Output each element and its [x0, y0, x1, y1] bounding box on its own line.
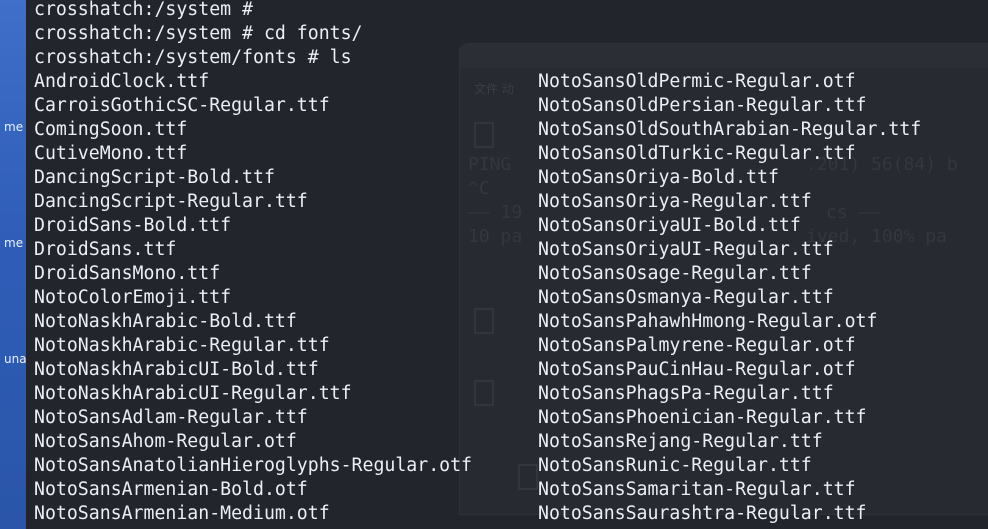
background-window-icon — [474, 308, 494, 334]
file-entry: DancingScript-Regular.ttf — [34, 191, 308, 212]
desktop-icon-label[interactable]: me — [4, 120, 23, 134]
file-entry: NotoColorEmoji.ttf — [34, 287, 232, 308]
desktop-background: me me una — [0, 0, 26, 529]
file-entry: NotoSansAhom-Regular.otf — [34, 431, 297, 452]
file-entry: NotoSansAnatolianHieroglyphs-Regular.otf — [34, 455, 472, 476]
background-window-titlebar — [460, 44, 988, 68]
file-entry: NotoSansOriyaUI-Regular.ttf — [538, 239, 834, 260]
prompt-line: crosshatch:/system # — [34, 0, 253, 20]
file-entry: NotoNaskhArabicUI-Bold.ttf — [34, 359, 319, 380]
background-window-text: cs —— — [826, 202, 881, 223]
file-entry: NotoSansPhagsPa-Regular.ttf — [538, 383, 834, 404]
file-entry: NotoSansOriya-Regular.ttf — [538, 191, 812, 212]
file-entry: NotoSansPauCinHau-Regular.otf — [538, 359, 856, 380]
background-window-menu: 文件 动 — [474, 82, 514, 96]
file-entry: NotoSansPahawhHmong-Regular.otf — [538, 311, 878, 332]
file-entry: AndroidClock.ttf — [34, 71, 210, 92]
file-entry: DroidSans-Bold.ttf — [34, 215, 232, 236]
background-window-icon — [474, 122, 494, 148]
desktop-icon-label[interactable]: me — [4, 236, 23, 250]
background-window-text: PING — [468, 154, 512, 175]
background-window-text: —— 19 — [468, 202, 523, 223]
desktop-icon-label[interactable]: una — [4, 352, 26, 366]
file-entry: NotoNaskhArabic-Bold.ttf — [34, 311, 297, 332]
file-entry: DroidSans.ttf — [34, 239, 177, 260]
file-entry: NotoNaskhArabicUI-Regular.ttf — [34, 383, 352, 404]
file-entry: NotoSansPhoenician-Regular.ttf — [538, 407, 867, 428]
file-entry: NotoNaskhArabic-Regular.ttf — [34, 335, 330, 356]
background-window-icon — [474, 380, 494, 406]
prompt-line: crosshatch:/system/fonts # ls — [34, 47, 352, 68]
file-entry: NotoSansArmenian-Bold.otf — [34, 479, 308, 500]
terminal-window[interactable]: 文件 动 PING ^C —— 19 10 pa .201) 56(84) b … — [26, 0, 988, 529]
file-entry: NotoSansPalmyrene-Regular.otf — [538, 335, 856, 356]
file-entry: DancingScript-Bold.ttf — [34, 167, 275, 188]
file-entry: NotoSansRunic-Regular.ttf — [538, 455, 812, 476]
background-window-icon — [518, 464, 538, 490]
background-window-text: 10 pa — [468, 226, 523, 247]
file-entry: CutiveMono.ttf — [34, 143, 188, 164]
file-entry: NotoSansArmenian-Medium.otf — [34, 503, 330, 524]
file-entry: DroidSansMono.ttf — [34, 263, 221, 284]
file-entry: NotoSansSaurashtra-Regular.ttf — [538, 503, 867, 524]
file-entry: NotoSansOldPermic-Regular.otf — [538, 71, 856, 92]
file-entry: ComingSoon.ttf — [34, 119, 188, 140]
file-entry: NotoSansOldPersian-Regular.ttf — [538, 95, 867, 116]
file-entry: NotoSansRejang-Regular.ttf — [538, 431, 823, 452]
file-entry: NotoSansOriyaUI-Bold.ttf — [538, 215, 801, 236]
file-entry: NotoSansOsmanya-Regular.ttf — [538, 287, 834, 308]
background-window-text: ^C — [468, 178, 490, 199]
file-entry: NotoSansOsage-Regular.ttf — [538, 263, 812, 284]
file-entry: NotoSansOriya-Bold.ttf — [538, 167, 779, 188]
file-entry: NotoSansAdlam-Regular.ttf — [34, 407, 308, 428]
file-entry: CarroisGothicSC-Regular.ttf — [34, 95, 330, 116]
file-entry: NotoSansOldSouthArabian-Regular.ttf — [538, 119, 922, 140]
file-entry: NotoSansOldTurkic-Regular.ttf — [538, 143, 856, 164]
prompt-line: crosshatch:/system # cd fonts/ — [34, 23, 363, 44]
file-entry: NotoSansSamaritan-Regular.ttf — [538, 479, 856, 500]
